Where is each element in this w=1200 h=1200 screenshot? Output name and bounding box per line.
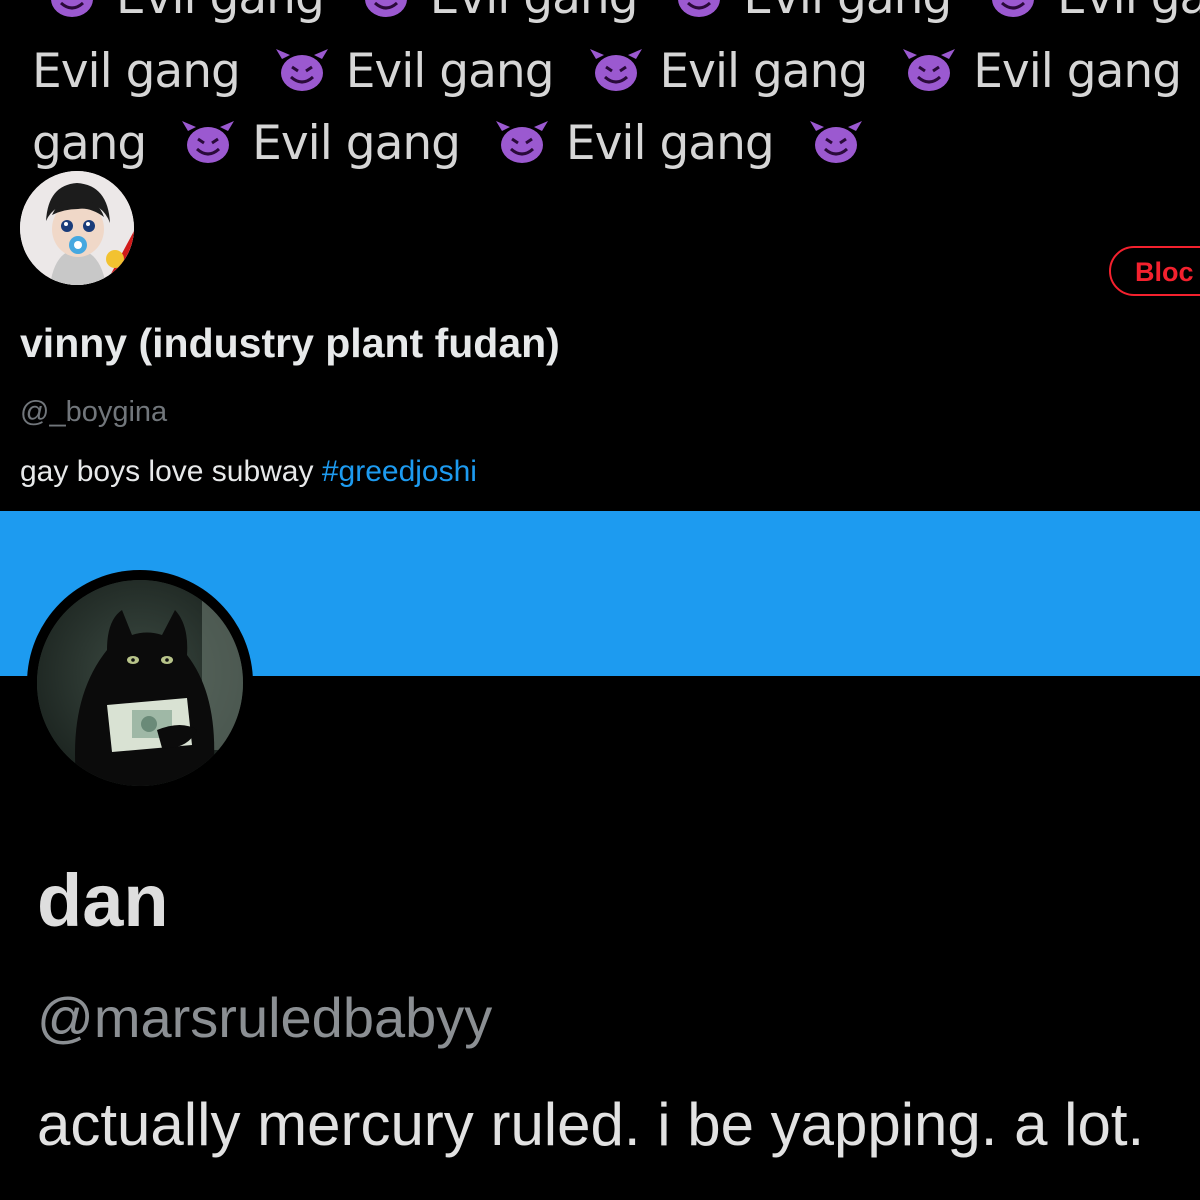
profile1-display-name: vinny (industry plant fudan) <box>20 320 560 366</box>
banner-line-bottom: gang Evil gang Evil gang <box>32 116 866 171</box>
profile-banner-evil-gang: Evil gang Evil gang Evil gang Evil ga Ev… <box>0 0 1200 190</box>
profile2-bio: actually mercury ruled. i be yapping. a … <box>37 1091 1145 1158</box>
banner-phrase: Evil gang <box>430 0 639 25</box>
smiling-imp-icon <box>899 47 959 93</box>
profile1-avatar[interactable] <box>20 171 134 285</box>
banner-phrase: Evil gang <box>743 0 952 25</box>
profile2-handle[interactable]: @marsruledbabyy <box>37 985 492 1050</box>
smiling-imp-icon <box>42 0 102 19</box>
banner-phrase: Evil gang <box>32 44 241 99</box>
smiling-imp-icon <box>586 47 646 93</box>
banner-phrase: Evil gang <box>659 44 868 99</box>
banner-line-middle: Evil gang Evil gang Evil gang Evil gang <box>32 44 1200 99</box>
profile1-bio-text: gay boys love subway <box>20 455 322 488</box>
banner-line-top: Evil gang Evil gang Evil gang Evil ga <box>38 0 1200 25</box>
profile1-handle[interactable]: @_boygina <box>20 396 167 429</box>
smiling-imp-icon <box>983 0 1043 19</box>
profile2-display-name: dan <box>37 859 169 942</box>
smiling-imp-icon <box>669 0 729 19</box>
smiling-imp-icon <box>356 0 416 19</box>
smiling-imp-icon <box>272 47 332 93</box>
banner-phrase: Evil gang <box>973 44 1182 99</box>
smiling-imp-icon <box>492 119 552 165</box>
bio-hashtag-link[interactable]: #greedjoshi <box>322 455 477 488</box>
banner-phrase: Evil gang <box>345 44 555 99</box>
block-button[interactable]: Bloc <box>1109 246 1200 296</box>
banner-phrase: gang <box>32 116 147 171</box>
profile2-avatar[interactable] <box>37 580 243 786</box>
smiling-imp-icon <box>806 119 866 165</box>
banner-phrase: Evil gang <box>116 0 325 25</box>
smiling-imp-icon <box>178 119 238 165</box>
profile1-bio: gay boys love subway #greedjoshi <box>20 455 477 489</box>
banner-phrase: Evil gang <box>252 116 461 171</box>
banner-phrase: Evil gang <box>565 116 775 171</box>
banner-phrase: Evil ga <box>1057 0 1200 25</box>
